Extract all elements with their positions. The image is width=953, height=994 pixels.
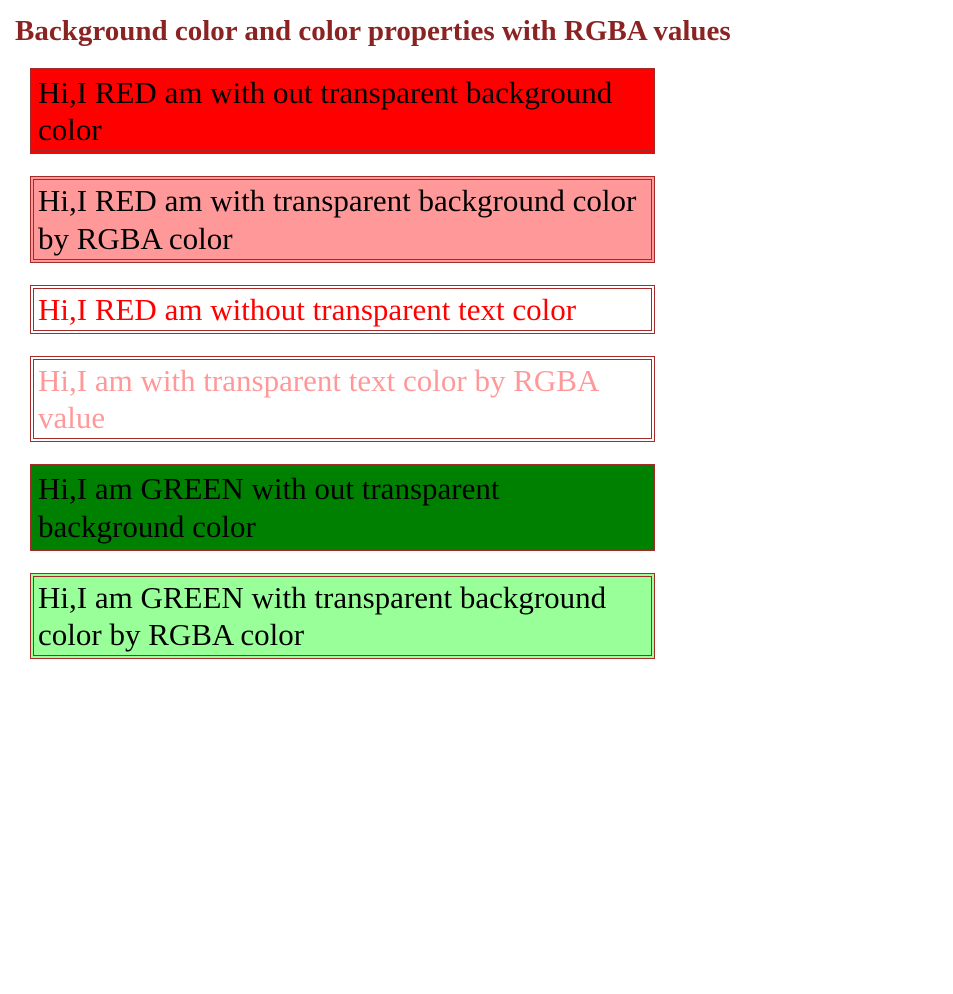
demo-box-text: Hi,I RED am without transparent text col… [38, 292, 576, 327]
demo-box-2: Hi,I RED am with transparent background … [30, 176, 655, 262]
page-heading: Background color and color properties wi… [15, 15, 938, 48]
demo-box-text: Hi,I am GREEN with transparent backgroun… [38, 580, 606, 652]
demo-box-5: Hi,I am GREEN with out transparent backg… [30, 464, 655, 550]
demo-box-text: Hi,I am with transparent text color by R… [38, 363, 598, 435]
demo-box-4: Hi,I am with transparent text color by R… [30, 356, 655, 442]
demo-box-text: Hi,I RED am with transparent background … [38, 183, 636, 255]
demo-box-text: Hi,I RED am with out transparent backgro… [38, 75, 612, 147]
demo-box-6: Hi,I am GREEN with transparent backgroun… [30, 573, 655, 659]
demo-box-1: Hi,I RED am with out transparent backgro… [30, 68, 655, 154]
demo-box-3: Hi,I RED am without transparent text col… [30, 285, 655, 334]
demo-box-text: Hi,I am GREEN with out transparent backg… [38, 471, 499, 543]
boxes-container: Hi,I RED am with out transparent backgro… [15, 68, 938, 659]
